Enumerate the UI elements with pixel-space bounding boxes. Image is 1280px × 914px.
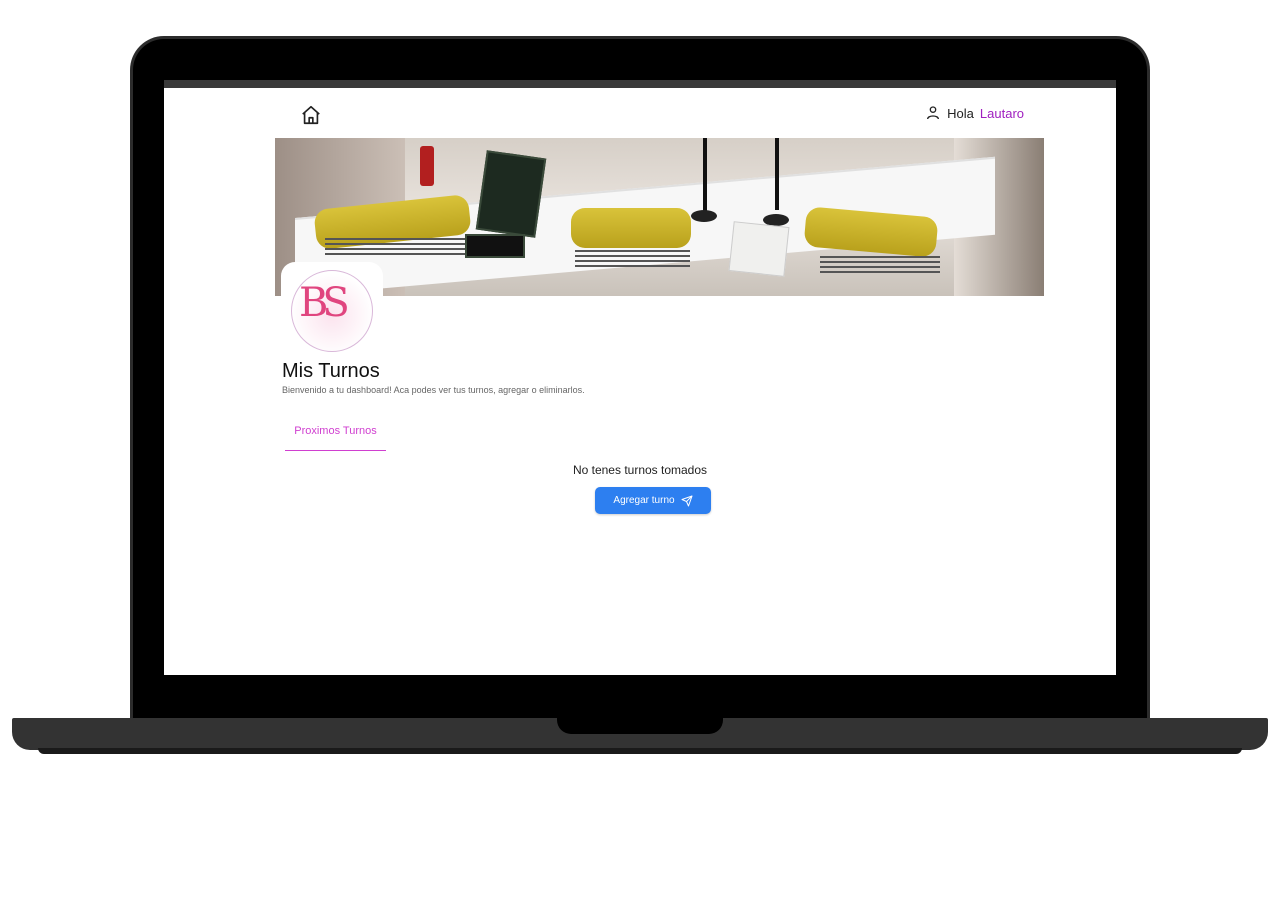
greeting-text: Hola <box>947 105 974 121</box>
screen: Hola Lautaro BS Mis Turnos Bienvenido a … <box>164 80 1116 675</box>
user-icon <box>927 106 940 120</box>
user-name: Lautaro <box>979 105 1024 121</box>
tab-proximos-turnos[interactable]: Proximos Turnos <box>285 425 386 451</box>
home-button[interactable] <box>300 104 324 128</box>
user-menu[interactable]: Hola Lautaro <box>925 105 1024 121</box>
screen-top-bar <box>164 80 1116 88</box>
add-appointment-button[interactable]: Agregar turno <box>595 487 711 514</box>
add-appointment-label: Agregar turno <box>613 495 675 506</box>
send-icon <box>681 495 693 506</box>
navbar: Hola Lautaro <box>164 88 1116 138</box>
home-icon <box>302 105 320 125</box>
business-logo: BS <box>281 262 383 358</box>
cover-image <box>275 138 1044 296</box>
page-subtitle: Bienvenido a tu dashboard! Aca podes ver… <box>282 385 585 395</box>
page-title: Mis Turnos <box>282 360 380 382</box>
empty-state-message: No tenes turnos tomados <box>572 463 708 477</box>
laptop-base-shadow <box>38 748 1242 754</box>
laptop-notch <box>557 718 723 734</box>
